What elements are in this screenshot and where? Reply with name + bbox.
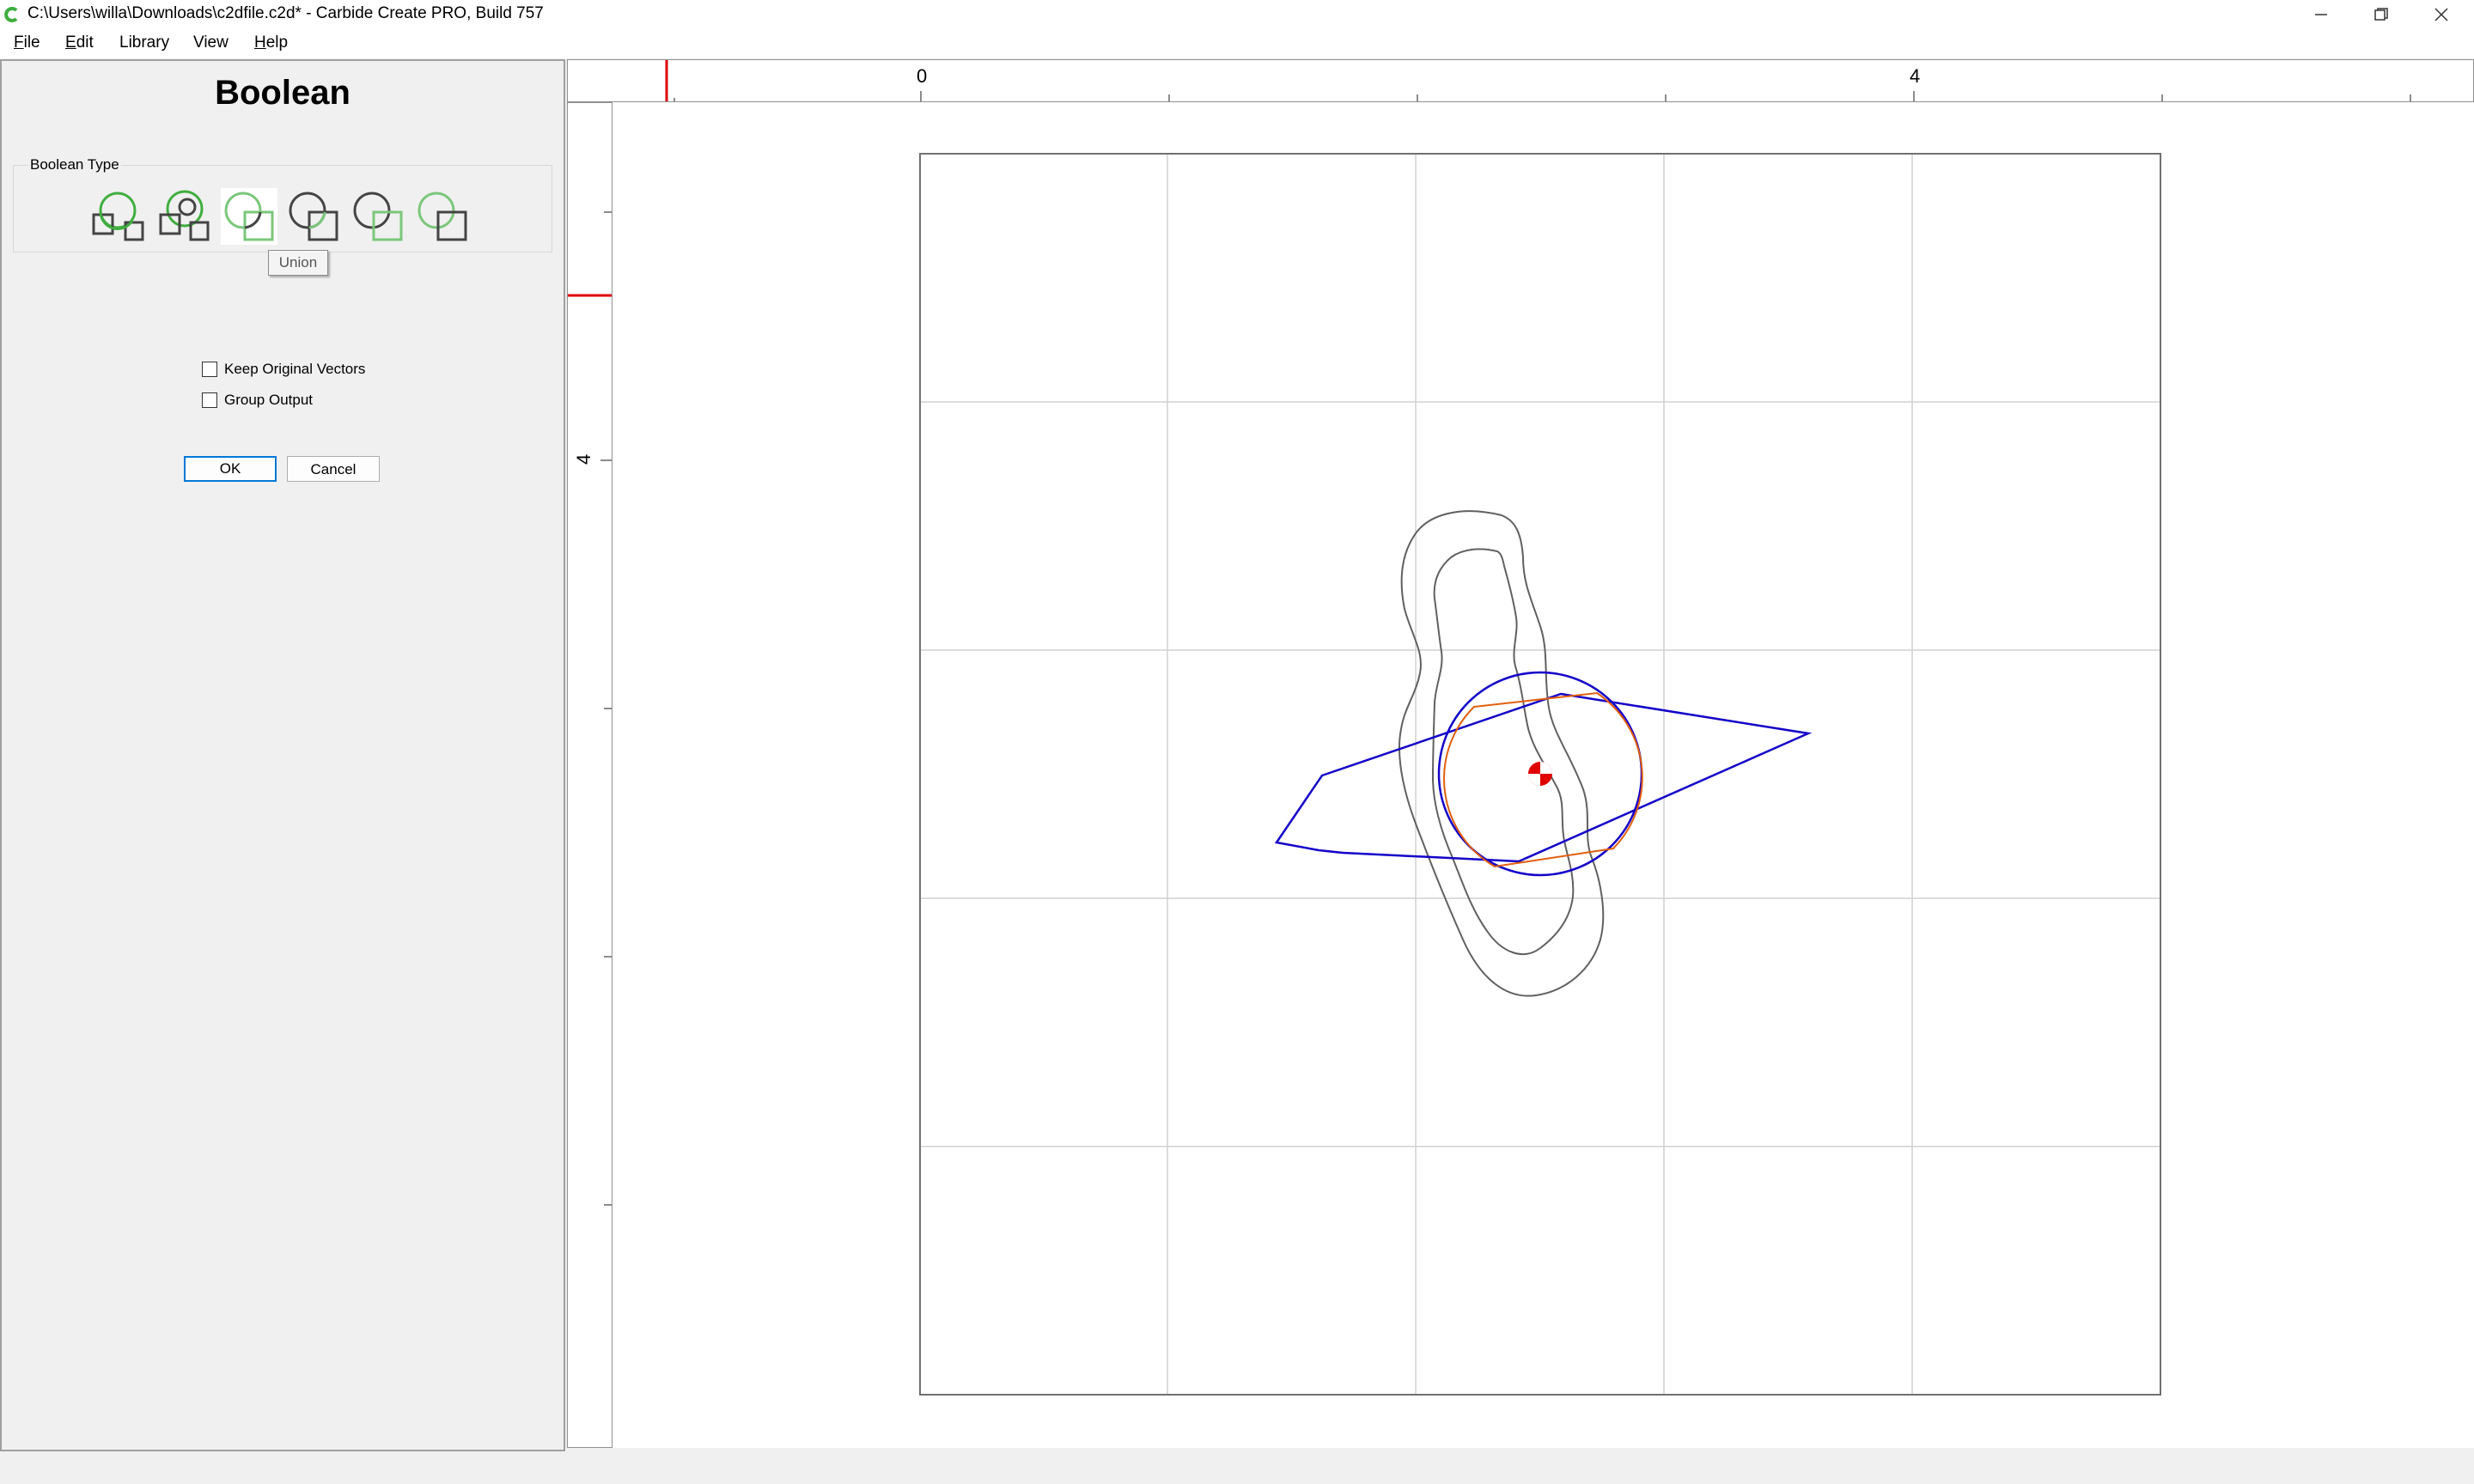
window-title: C:\Users\willa\Downloads\c2dfile.c2d* - … [27,4,544,22]
boolean-union-nested-button[interactable] [156,188,213,245]
subtract-reverse-icon [353,192,403,241]
boolean-type-label: Boolean Type [28,156,121,173]
title-bar: C:\Users\willa\Downloads\c2dfile.c2d* - … [0,0,2474,29]
vruler-label-4: 4 [573,454,594,465]
maximize-button[interactable] [2352,0,2410,29]
menu-view-label: View [193,33,229,52]
horizontal-ruler[interactable]: 0 4 [567,59,2474,102]
menu-file-label: ile [23,33,40,52]
boolean-union-button[interactable] [221,188,277,245]
menu-library-label: Library [119,33,170,52]
cancel-button[interactable]: Cancel [287,456,380,482]
hruler-label-0: 0 [917,65,927,87]
menu-library[interactable]: Library [119,33,169,52]
keep-original-vectors-label: Keep Original Vectors [224,361,366,377]
ok-button[interactable]: OK [184,456,277,482]
group-output-checkbox[interactable] [202,392,217,408]
boolean-union-merge-button[interactable] [89,188,146,245]
outer-offset-outline[interactable] [1398,510,1605,997]
menu-bar: File Edit Library View Help [0,29,2474,58]
close-button[interactable] [2412,0,2471,29]
vruler-label-0: 0 [573,1447,594,1448]
union-nested-icon [159,190,210,241]
union-icon [224,192,274,241]
subtract-icon [289,192,338,241]
boolean-intersect-button[interactable] [414,188,471,245]
intersect-icon [417,192,467,241]
union-tooltip: Union [268,250,328,276]
keep-original-vectors-option[interactable]: Keep Original Vectors [202,360,365,379]
maximize-icon [2374,8,2388,21]
boolean-subtract-reverse-button[interactable] [350,188,406,245]
union-merge-icon [92,192,144,241]
close-icon [2434,8,2448,21]
menu-help-label: elp [265,33,289,52]
drawing-canvas[interactable] [612,102,2474,1448]
menu-help-mnemonic: H [254,33,266,52]
group-output-option[interactable]: Group Output [202,391,313,410]
boolean-panel: Boolean Boolean Type Union Keep Original… [0,59,565,1451]
minimize-icon [2315,14,2327,15]
canvas-area: 0 4 4 0 [567,59,2474,1448]
inner-offset-outline[interactable] [1431,548,1575,956]
menu-edit[interactable]: Edit [65,33,94,52]
menu-file-mnemonic: F [14,33,24,52]
menu-file[interactable]: File [14,33,40,52]
keep-original-vectors-checkbox[interactable] [202,362,217,377]
minimize-button[interactable] [2292,0,2350,29]
menu-edit-label: dit [76,33,94,52]
menu-help[interactable]: Help [254,33,288,52]
hruler-label-4: 4 [1910,65,1920,87]
carbide-c-icon [4,7,18,22]
menu-view[interactable]: View [193,33,229,52]
group-output-label: Group Output [224,392,314,408]
vertical-ruler[interactable]: 4 0 [567,102,612,1448]
boolean-subtract-button[interactable] [285,188,342,245]
origin-marker [1528,762,1552,786]
menu-edit-mnemonic: E [65,33,76,52]
panel-title: Boolean [215,74,350,112]
